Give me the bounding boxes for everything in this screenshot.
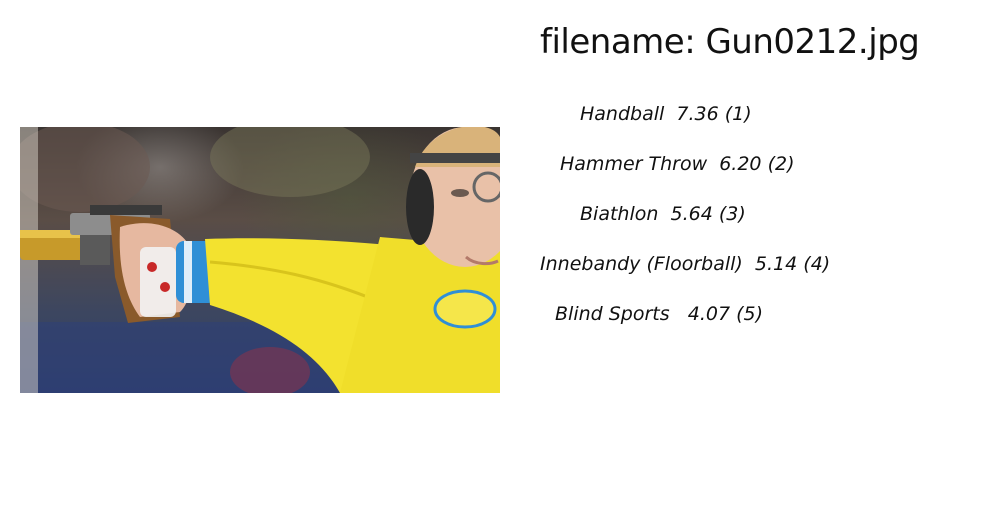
result-score: 7.36 [676,103,719,125]
result-sport: Hammer Throw [560,153,708,175]
result-rank: (4) [803,253,831,275]
result-score: 6.20 [719,153,762,175]
result-sport: Blind Sports [555,303,670,325]
result-rank: (3) [718,203,746,225]
result-row-2: Hammer Throw 6.20 (2) [560,153,795,175]
result-row-3: Biathlon 5.64 (3) [580,203,746,225]
result-row-4: Innebandy (Floorball) 5.14 (4) [540,253,830,275]
shooter-photo [20,127,500,393]
filename-label: filename: Gun0212.jpg [540,22,920,62]
result-row-5: Blind Sports 4.07 (5) [555,303,763,325]
result-row-1: Handball 7.36 (1) [580,103,752,125]
result-sport: Handball [580,103,665,125]
result-sport: Biathlon [580,203,659,225]
photo-shooter-icon [20,127,500,393]
result-score: 5.64 [670,203,713,225]
result-score: 4.07 [687,303,731,325]
result-sport: Innebandy (Floorball) [540,253,743,275]
result-rank: (2) [767,153,795,175]
result-rank: (1) [724,103,752,125]
result-score: 5.14 [754,253,798,275]
result-rank: (5) [736,303,764,325]
